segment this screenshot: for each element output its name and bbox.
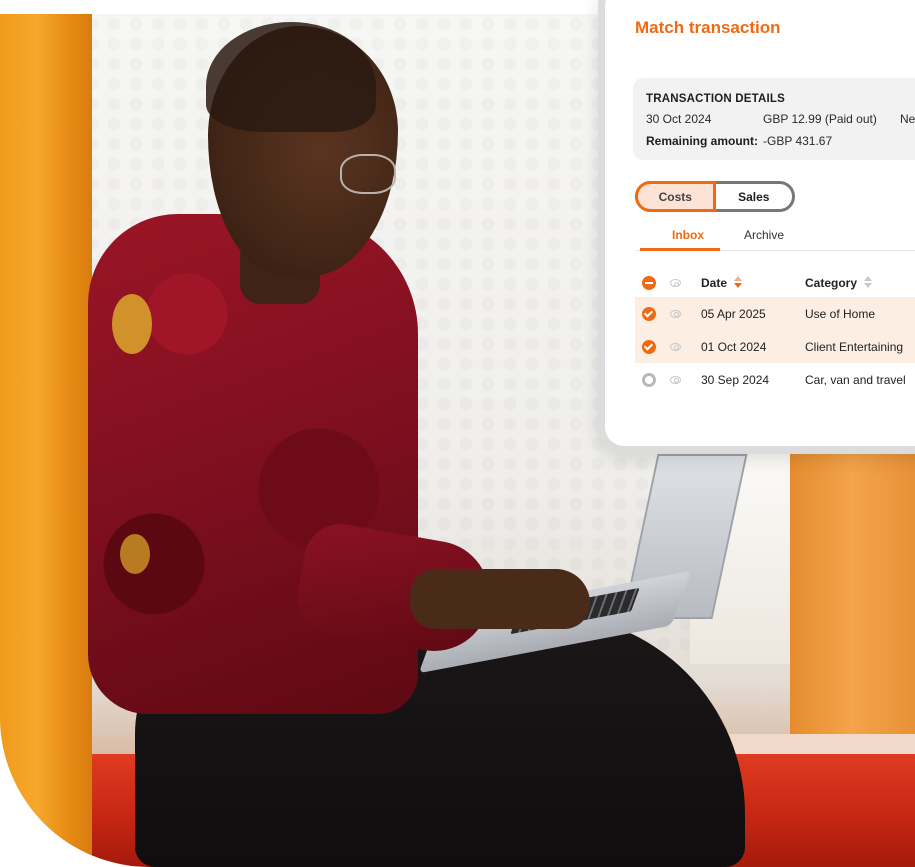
net-label: Net xyxy=(900,112,915,126)
date-column-header[interactable]: Date xyxy=(701,276,743,290)
shirt-flower xyxy=(112,294,152,354)
checkbox-checked-icon[interactable] xyxy=(642,306,656,321)
category-column-label: Category xyxy=(805,276,858,290)
expenses-table: Date Category 05 Apr 2025 Use of Home 01… xyxy=(635,269,915,396)
sales-toggle-button[interactable]: Sales xyxy=(716,181,792,212)
tab-archive[interactable]: Archive xyxy=(744,228,784,242)
shirt-flower xyxy=(120,534,150,574)
transaction-date: 30 Oct 2024 xyxy=(646,112,712,126)
table-row[interactable]: 05 Apr 2025 Use of Home xyxy=(635,297,915,330)
remaining-amount-label: Remaining amount: xyxy=(646,134,759,148)
row-category: Car, van and travel xyxy=(805,372,906,387)
costs-sales-toggle: Costs Sales xyxy=(635,181,795,212)
checkbox-empty-icon[interactable] xyxy=(642,372,656,387)
row-date: 05 Apr 2025 xyxy=(701,306,766,321)
date-column-label: Date xyxy=(701,276,728,290)
tab-bar: Inbox Archive xyxy=(635,227,915,251)
hands xyxy=(410,569,590,629)
sort-icon[interactable] xyxy=(864,276,873,288)
details-heading: TRANSACTION DETAILS xyxy=(646,93,786,105)
hair xyxy=(206,22,376,132)
row-date: 30 Sep 2024 xyxy=(701,372,770,387)
row-date: 01 Oct 2024 xyxy=(701,339,767,354)
transaction-amount: GBP 12.99 (Paid out) xyxy=(763,112,877,126)
tab-inbox[interactable]: Inbox xyxy=(672,228,704,242)
row-category: Client Entertaining xyxy=(805,339,904,354)
remaining-amount-value: -GBP 431.67 xyxy=(763,134,833,148)
table-row[interactable]: 30 Sep 2024 Car, van and travel xyxy=(635,363,915,396)
match-transaction-card: Match transaction TRANSACTION DETAILS 30… xyxy=(598,0,915,453)
sort-icon[interactable] xyxy=(734,276,743,288)
checkbox-checked-icon[interactable] xyxy=(642,339,656,354)
eye-icon xyxy=(670,279,681,287)
category-column-header[interactable]: Category xyxy=(805,276,873,290)
active-tab-indicator xyxy=(640,248,720,251)
eye-icon[interactable] xyxy=(670,342,681,351)
glasses xyxy=(340,154,396,194)
select-all-minus-icon[interactable] xyxy=(642,276,656,290)
eye-icon[interactable] xyxy=(670,309,681,318)
costs-toggle-button[interactable]: Costs xyxy=(635,181,716,212)
row-category: Use of Home xyxy=(805,306,876,321)
table-header: Date Category xyxy=(635,269,915,297)
transaction-details-panel: TRANSACTION DETAILS 30 Oct 2024 GBP 12.9… xyxy=(633,78,915,160)
eye-icon[interactable] xyxy=(670,375,681,384)
card-title: Match transaction xyxy=(635,18,781,37)
table-row[interactable]: 01 Oct 2024 Client Entertaining xyxy=(635,330,915,363)
